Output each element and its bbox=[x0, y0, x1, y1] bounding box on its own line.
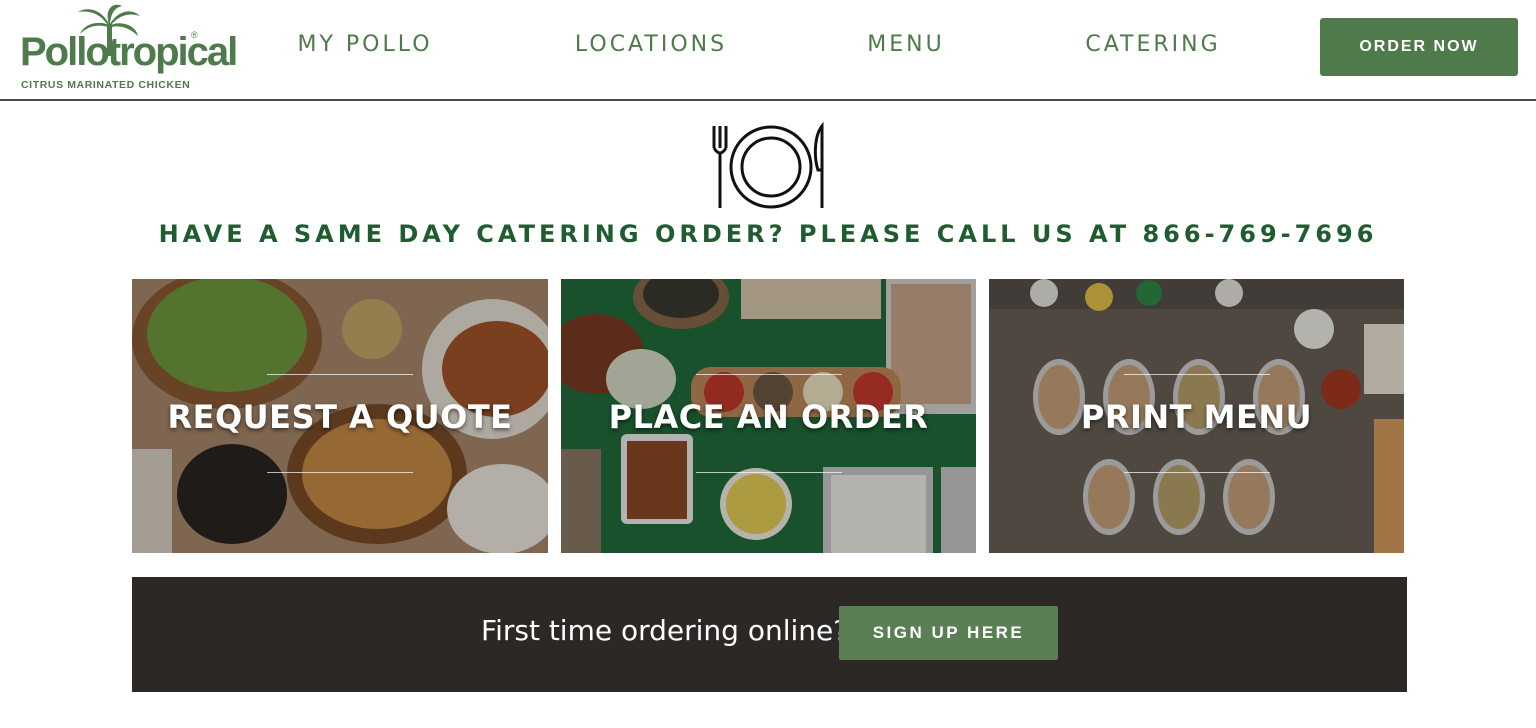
site-header: Pollotropical ® CITRUS MARINATED CHICKEN… bbox=[0, 0, 1536, 101]
divider bbox=[1124, 374, 1270, 375]
divider bbox=[267, 472, 413, 473]
divider bbox=[1124, 472, 1270, 473]
sign-up-button[interactable]: SIGN UP HERE bbox=[839, 606, 1058, 660]
first-time-prompt: First time ordering online? bbox=[481, 614, 849, 647]
nav-my-pollo[interactable]: MY POLLO bbox=[292, 30, 438, 60]
print-menu-tile[interactable]: PRINT MENU bbox=[989, 279, 1404, 553]
signup-banner: First time ordering online? SIGN UP HERE bbox=[132, 577, 1407, 692]
divider bbox=[267, 374, 413, 375]
place-order-label: PLACE AN ORDER bbox=[608, 398, 929, 436]
nav-menu[interactable]: MENU bbox=[865, 30, 947, 60]
print-menu-label: PRINT MENU bbox=[1080, 398, 1313, 436]
divider bbox=[696, 472, 842, 473]
request-quote-tile[interactable]: REQUEST A QUOTE bbox=[132, 279, 548, 553]
plate-fork-knife-icon bbox=[712, 122, 824, 209]
logo-tagline: CITRUS MARINATED CHICKEN bbox=[21, 79, 191, 91]
place-order-tile[interactable]: PLACE AN ORDER bbox=[561, 279, 976, 553]
request-quote-label: REQUEST A QUOTE bbox=[167, 398, 513, 436]
registered-mark: ® bbox=[191, 30, 198, 40]
catering-headline: HAVE A SAME DAY CATERING ORDER? PLEASE C… bbox=[158, 220, 1378, 248]
divider bbox=[696, 374, 842, 375]
nav-catering[interactable]: CATERING bbox=[1081, 30, 1225, 60]
pollo-tropical-logo[interactable]: Pollotropical ® CITRUS MARINATED CHICKEN bbox=[18, 4, 238, 94]
nav-locations[interactable]: LOCATIONS bbox=[569, 30, 733, 60]
logo-wordmark: Pollotropical bbox=[20, 30, 238, 74]
order-now-button[interactable]: ORDER NOW bbox=[1320, 18, 1518, 76]
